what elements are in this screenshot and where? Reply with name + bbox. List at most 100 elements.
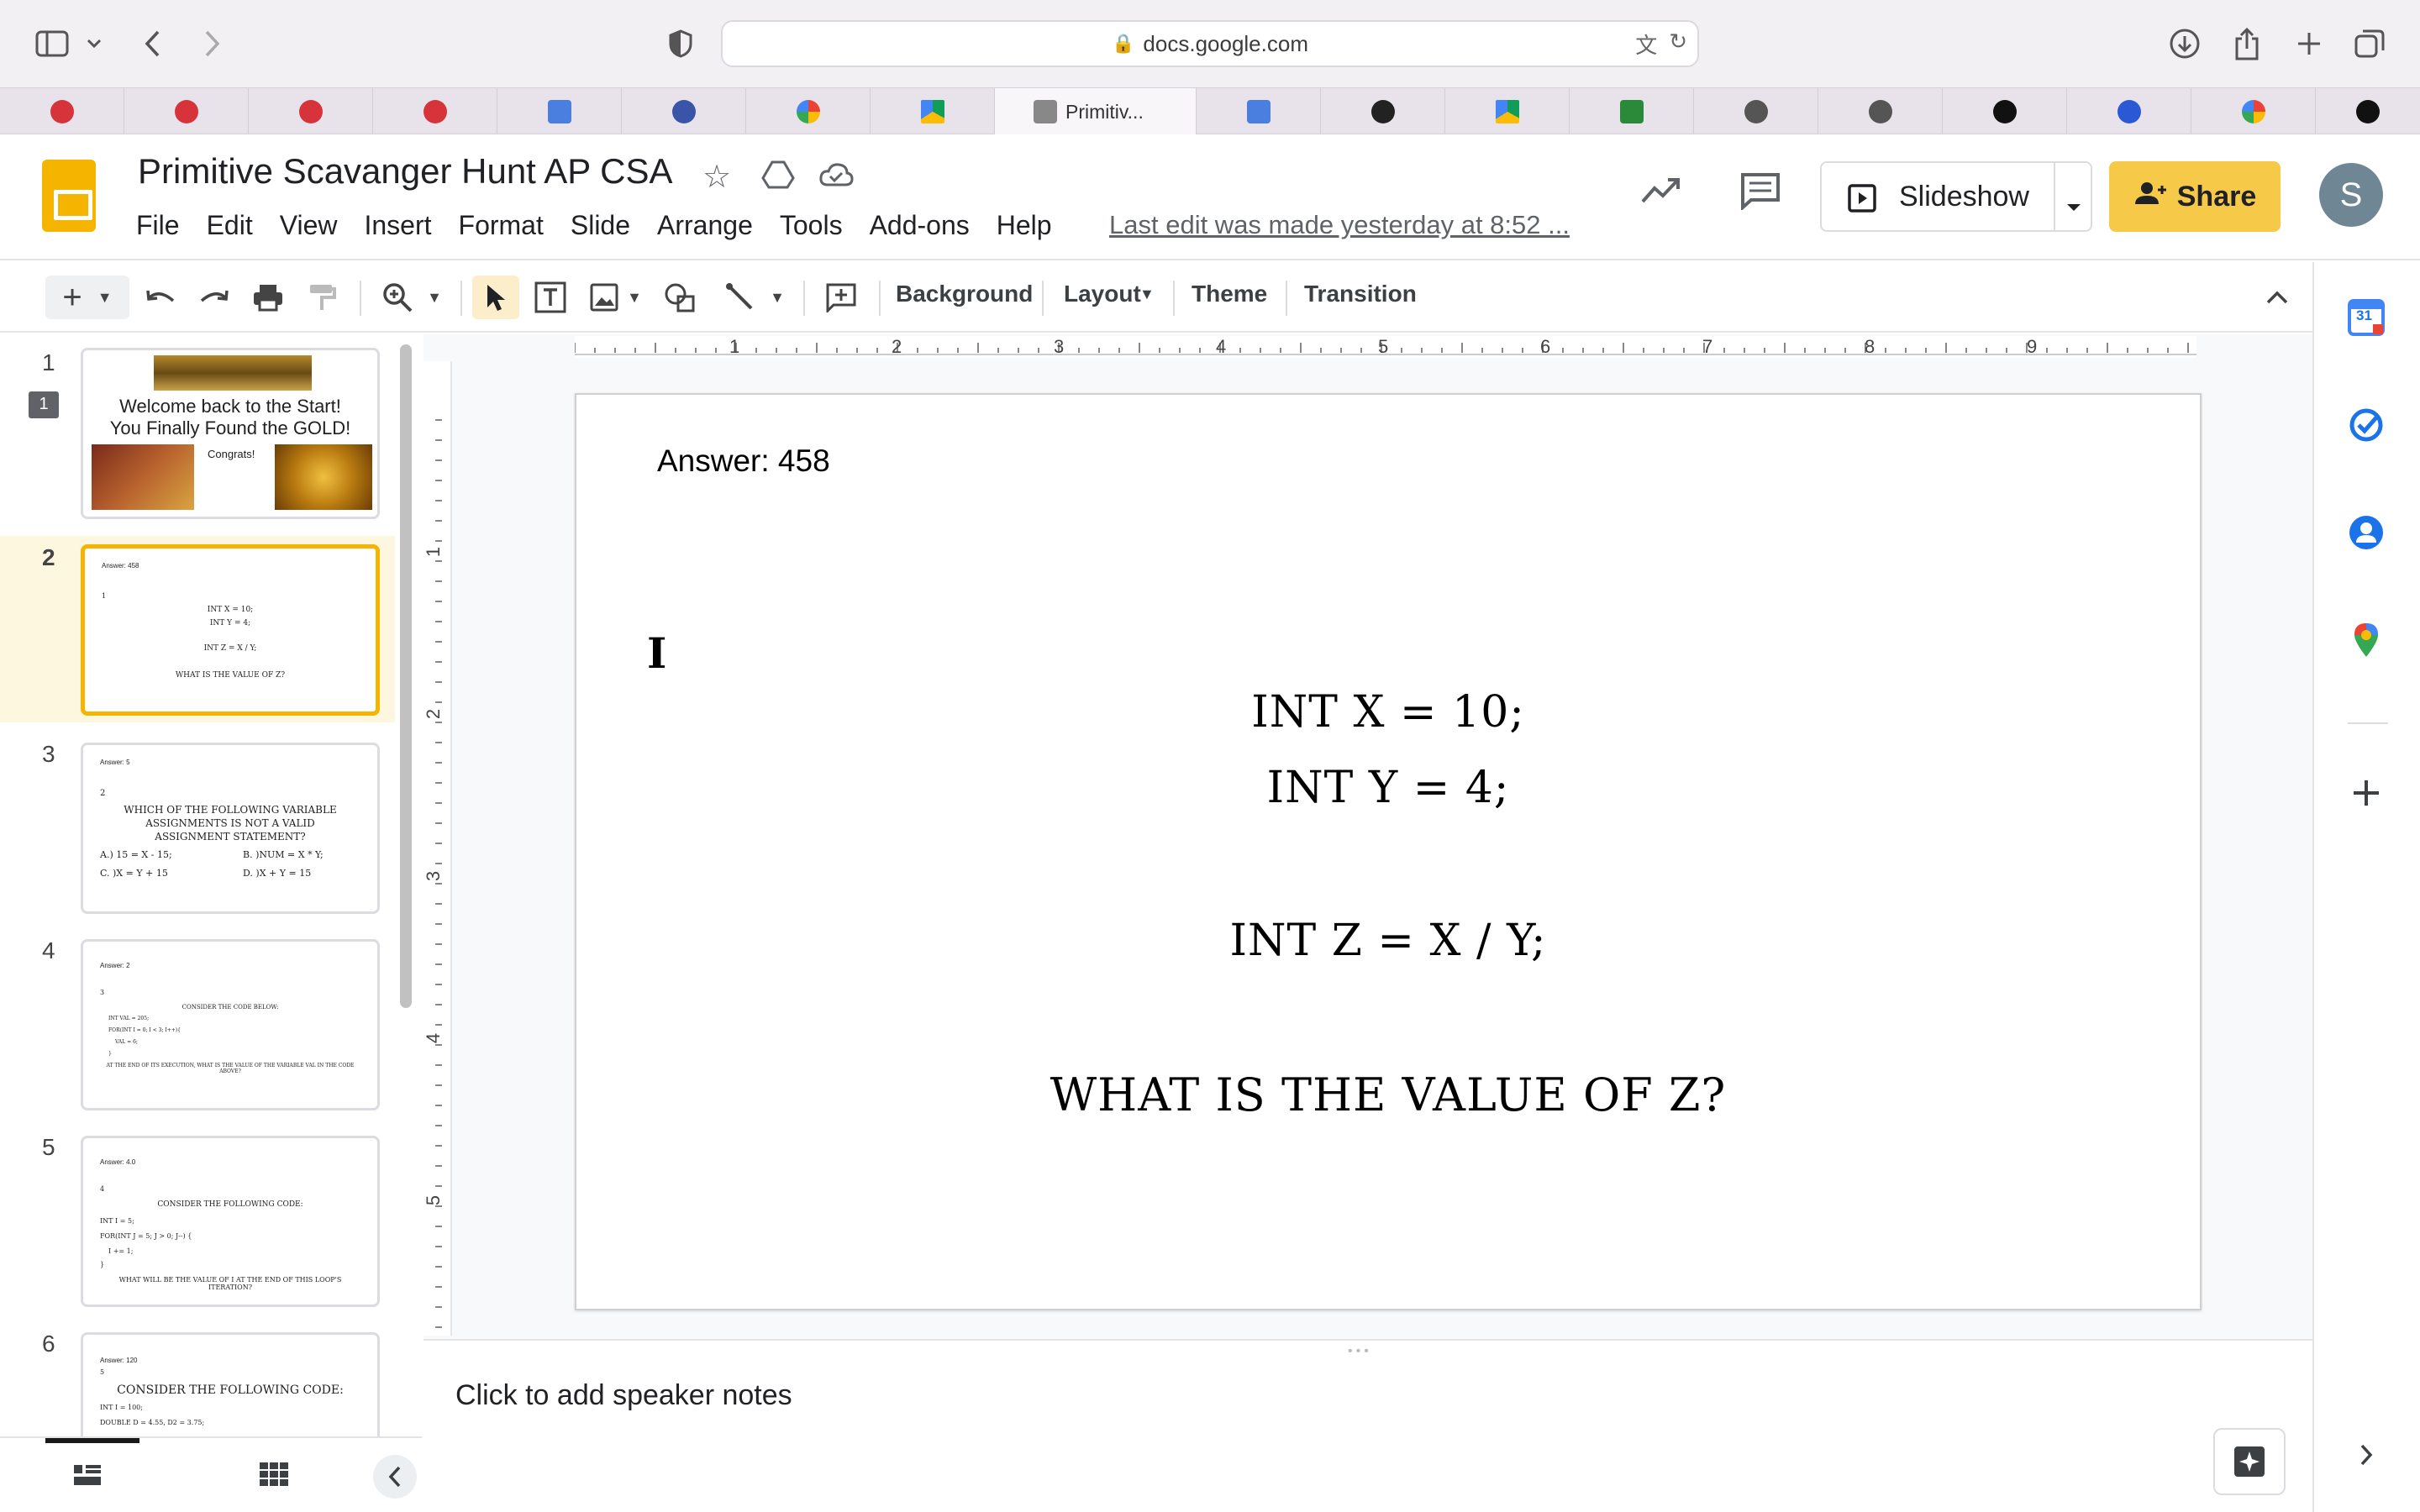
answer-text[interactable]: Answer: 458 (657, 444, 830, 479)
slide-thumbnail-6[interactable]: Answer: 120 5 CONSIDER THE FOLLOWING COD… (81, 1332, 380, 1436)
slideshow-button[interactable]: Slideshow (1820, 161, 2092, 232)
tab-active[interactable]: Primitiv... (995, 88, 1197, 135)
cloud-saved-icon[interactable] (818, 161, 854, 192)
move-to-drive-icon[interactable] (761, 160, 795, 194)
tab-favicon-11[interactable] (1321, 88, 1445, 135)
new-tab-icon[interactable] (2287, 22, 2331, 66)
horizontal-ruler[interactable]: 1 2 3 4 5 6 7 8 9 (575, 336, 2196, 358)
tab-favicon-14[interactable] (1694, 88, 1818, 135)
tab-favicon-15[interactable] (1818, 88, 1943, 135)
slide-thumbnail-1[interactable]: Welcome back to the Start! You Finally F… (81, 348, 380, 519)
last-edit-link[interactable]: Last edit was made yesterday at 8:52 ... (1109, 210, 1570, 240)
background-button[interactable]: Background (896, 281, 1033, 307)
comments-icon[interactable] (1739, 171, 1781, 214)
downloads-icon[interactable] (2163, 22, 2207, 66)
sidebar-toggle-icon[interactable] (30, 22, 74, 66)
tab-favicon-3[interactable] (249, 88, 373, 135)
privacy-shield-icon[interactable] (659, 22, 702, 66)
explore-assistant-button[interactable] (2213, 1428, 2286, 1495)
select-tool-icon[interactable] (472, 276, 519, 319)
text-box-icon[interactable] (529, 276, 571, 319)
undo-icon[interactable] (139, 276, 182, 319)
menu-arrange[interactable]: Arrange (657, 210, 753, 241)
translate-icon[interactable]: 文 (1635, 29, 1657, 60)
line-icon[interactable] (719, 276, 761, 319)
slides-logo-icon[interactable] (42, 160, 96, 232)
add-comment-icon[interactable] (820, 276, 862, 319)
tab-favicon-1[interactable] (0, 88, 124, 135)
collapse-toolbar-icon[interactable] (2260, 276, 2294, 319)
tab-favicon-4[interactable] (373, 88, 497, 135)
code-line-2[interactable]: INT Y = 4; (576, 763, 2200, 813)
tab-overview-icon[interactable] (2348, 22, 2391, 66)
get-addons-plus-icon[interactable] (2343, 769, 2390, 816)
reload-icon[interactable]: ↻ (1669, 29, 1687, 60)
tab-favicon-2[interactable] (124, 88, 249, 135)
slide-thumbnail-2[interactable]: Answer: 458 1 INT X = 10; INT Y = 4; INT… (81, 544, 380, 716)
slideshow-dropdown-icon[interactable] (2065, 188, 2082, 221)
menu-file[interactable]: File (136, 210, 180, 241)
tab-favicon-10[interactable] (1197, 88, 1321, 135)
shape-icon[interactable] (659, 276, 701, 319)
vertical-ruler[interactable]: 1 2 3 4 5 (423, 361, 452, 1336)
code-line-3[interactable]: INT Z = X / Y; (576, 916, 2200, 966)
expand-panel-icon[interactable] (2343, 1431, 2390, 1478)
line-dropdown-icon[interactable]: ▼ (766, 276, 788, 319)
back-icon[interactable] (131, 22, 175, 66)
image-icon[interactable] (583, 276, 625, 319)
notes-resize-handle[interactable]: ••• (424, 1339, 2312, 1358)
tab-favicon-7[interactable] (746, 88, 871, 135)
calendar-icon[interactable]: 31 (2343, 294, 2390, 341)
grid-view-icon[interactable] (259, 1462, 289, 1491)
redo-icon[interactable] (193, 276, 235, 319)
tab-favicon-17[interactable] (2067, 88, 2191, 135)
share-sheet-icon[interactable] (2225, 22, 2269, 66)
code-line-1[interactable]: INT X = 10; (576, 687, 2200, 738)
contacts-icon[interactable] (2343, 509, 2390, 556)
slide-thumbnail-5[interactable]: Answer: 4.0 4 CONSIDER THE FOLLOWING COD… (81, 1136, 380, 1307)
zoom-dropdown-icon[interactable]: ▼ (422, 276, 447, 319)
tab-favicon-6[interactable] (622, 88, 746, 135)
tab-favicon-8[interactable] (871, 88, 995, 135)
menu-tools[interactable]: Tools (780, 210, 843, 241)
slide-thumbnail-4[interactable]: Answer: 2 3 CONSIDER THE CODE BELOW: INT… (81, 939, 380, 1110)
tab-favicon-13[interactable] (1570, 88, 1694, 135)
current-slide[interactable]: Answer: 458 I INT X = 10; INT Y = 4; INT… (575, 393, 2202, 1310)
filmstrip-scrollbar[interactable] (400, 344, 412, 1008)
print-icon[interactable] (247, 276, 289, 319)
tab-favicon-5[interactable] (497, 88, 622, 135)
address-bar[interactable]: 🔒 docs.google.com 文 ↻ (721, 20, 1699, 67)
layout-dropdown-icon[interactable]: ▼ (1139, 286, 1155, 303)
menu-help[interactable]: Help (997, 210, 1052, 241)
image-dropdown-icon[interactable]: ▼ (623, 276, 645, 319)
speaker-notes[interactable]: Click to add speaker notes (424, 1354, 2312, 1512)
menu-view[interactable]: View (280, 210, 338, 241)
menu-format[interactable]: Format (459, 210, 544, 241)
tab-favicon-12[interactable] (1445, 88, 1570, 135)
maps-icon[interactable] (2343, 617, 2390, 664)
doc-title[interactable]: Primitive Scavanger Hunt AP CSA (138, 151, 673, 192)
collapse-filmstrip-icon[interactable] (373, 1455, 417, 1499)
zoom-icon[interactable] (376, 276, 418, 319)
transition-button[interactable]: Transition (1304, 281, 1417, 307)
star-icon[interactable]: ☆ (702, 158, 731, 196)
theme-button[interactable]: Theme (1192, 281, 1267, 307)
menu-edit[interactable]: Edit (207, 210, 253, 241)
menu-addons[interactable]: Add-ons (870, 210, 970, 241)
question-text[interactable]: WHAT IS THE VALUE OF Z? (576, 1068, 2200, 1121)
menu-slide[interactable]: Slide (571, 210, 630, 241)
layout-button[interactable]: Layout (1064, 281, 1141, 307)
share-button[interactable]: Share (2109, 161, 2281, 232)
forward-icon[interactable] (190, 22, 234, 66)
avatar[interactable]: S (2319, 163, 2383, 227)
menu-insert[interactable]: Insert (364, 210, 431, 241)
tab-favicon-19[interactable] (2316, 88, 2420, 135)
activity-trend-icon[interactable] (1640, 175, 1682, 209)
tab-favicon-18[interactable] (2191, 88, 2316, 135)
tab-favicon-16[interactable] (1943, 88, 2067, 135)
tasks-icon[interactable] (2343, 402, 2390, 449)
filmstrip-view-icon[interactable] (72, 1463, 103, 1491)
slide-thumbnail-3[interactable]: Answer: 5 2 WHICH OF THE FOLLOWING VARIA… (81, 743, 380, 914)
speaker-notes-placeholder[interactable]: Click to add speaker notes (455, 1379, 792, 1412)
paint-format-icon[interactable] (301, 276, 343, 319)
